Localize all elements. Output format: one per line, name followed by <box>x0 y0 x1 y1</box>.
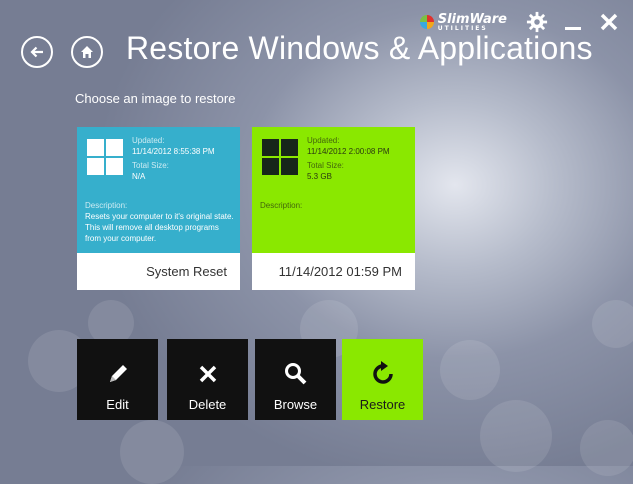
card-name: 11/14/2012 01:59 PM <box>252 253 415 290</box>
edit-label: Edit <box>106 397 129 412</box>
home-icon <box>81 46 93 58</box>
brand-logo: SlimWare UTILITIES <box>419 13 507 32</box>
close-icon[interactable] <box>597 10 621 34</box>
updated-value: 11/14/2012 8:55:38 PM <box>132 147 215 156</box>
bokeh-circle <box>580 420 633 476</box>
size-value: N/A <box>132 172 146 181</box>
bokeh-circle <box>120 420 184 484</box>
back-button[interactable] <box>21 36 53 68</box>
refresh-icon <box>370 361 396 387</box>
browse-label: Browse <box>273 397 318 412</box>
description-label: Description: <box>260 201 303 210</box>
updated-label: Updated: <box>307 136 340 145</box>
brand-mark-icon <box>419 15 434 29</box>
image-card-snapshot[interactable]: Updated: 11/14/2012 2:00:08 PM Total Siz… <box>252 127 415 290</box>
windows-logo-icon <box>262 139 298 175</box>
updated-label: Updated: <box>132 136 165 145</box>
restore-label: Restore <box>359 397 406 412</box>
restore-button[interactable]: Restore <box>342 339 423 420</box>
back-arrow-icon <box>30 46 43 58</box>
page-title: Restore Windows & Applications <box>126 30 593 66</box>
delete-label: Delete <box>188 397 227 412</box>
size-label: Total Size: <box>307 161 344 170</box>
image-card-system-reset[interactable]: Updated: 11/14/2012 8:55:38 PM Total Siz… <box>77 127 240 290</box>
x-icon <box>197 361 219 387</box>
size-label: Total Size: <box>132 161 169 170</box>
choose-image-label: Choose an image to restore <box>75 91 236 106</box>
bokeh-circle <box>592 300 633 348</box>
updated-value: 11/14/2012 2:00:08 PM <box>307 147 390 156</box>
magnifier-icon <box>283 361 309 387</box>
delete-button[interactable]: Delete <box>167 339 248 420</box>
browse-button[interactable]: Browse <box>255 339 336 420</box>
home-button[interactable] <box>71 36 103 68</box>
bokeh-circle <box>440 340 500 400</box>
size-value: 5.3 GB <box>307 172 332 181</box>
edit-button[interactable]: Edit <box>77 339 158 420</box>
description-text: Resets your computer to it's original st… <box>85 212 234 243</box>
card-name: System Reset <box>77 253 240 290</box>
bokeh-circle <box>480 400 552 472</box>
description-label: Description: <box>85 201 128 210</box>
pencil-icon <box>105 361 131 387</box>
windows-logo-icon <box>87 139 123 175</box>
